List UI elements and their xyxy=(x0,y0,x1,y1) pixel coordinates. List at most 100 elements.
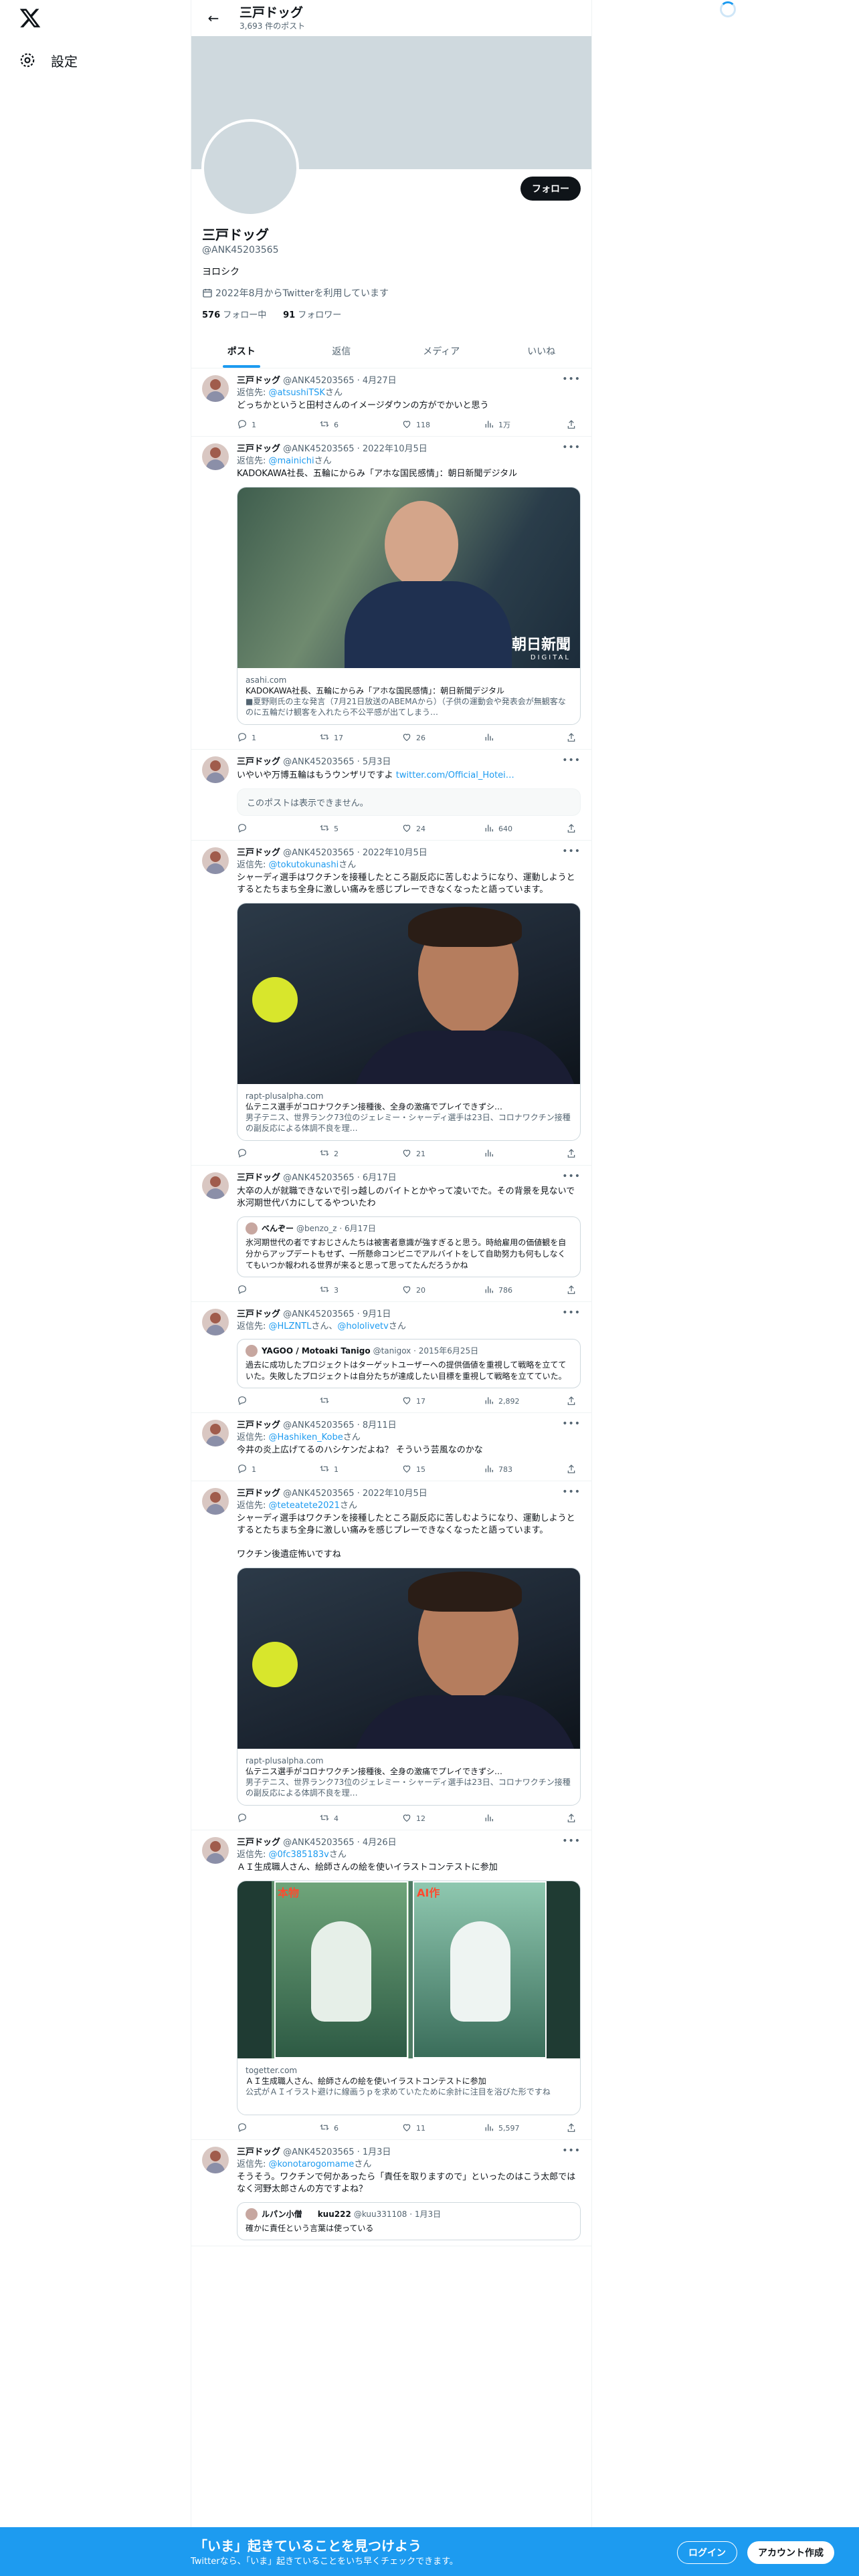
views-button[interactable]: 786 xyxy=(484,1284,554,1296)
reply-to-link[interactable]: @Hashiken_Kobe xyxy=(269,1432,343,1442)
more-icon[interactable]: ••• xyxy=(562,1307,581,1318)
more-icon[interactable]: ••• xyxy=(562,1418,581,1429)
tweet[interactable]: 三戸ドッグ @ANK45203565 · 4月27日 返信先: @atsushi… xyxy=(191,368,591,437)
following-link[interactable]: 576 フォロー中 xyxy=(202,310,266,320)
like-button[interactable]: 20 xyxy=(401,1284,472,1296)
reply-button[interactable] xyxy=(237,1812,307,1824)
like-button[interactable]: 11 xyxy=(401,2122,472,2134)
avatar[interactable] xyxy=(202,1172,229,1199)
tweet[interactable]: 三戸ドッグ @ANK45203565 · 2022年10月5日 返信先: @ma… xyxy=(191,437,591,750)
repost-button[interactable]: 6 xyxy=(319,2122,389,2134)
tweet-author[interactable]: 三戸ドッグ xyxy=(237,1838,280,1848)
repost-button[interactable]: 2 xyxy=(319,1148,389,1160)
tweet-link[interactable]: twitter.com/Official_Hotei… xyxy=(396,770,514,780)
tweet[interactable]: 三戸ドッグ @ANK45203565 · 5月3日 いやいや万博五輪はもうウンザ… xyxy=(191,750,591,841)
reply-button[interactable]: 1 xyxy=(237,1463,307,1475)
tweet[interactable]: 三戸ドッグ @ANK45203565 · 1月3日 返信先: @konotaro… xyxy=(191,2140,591,2246)
like-button[interactable]: 15 xyxy=(401,1463,472,1475)
followers-link[interactable]: 91 フォロワー xyxy=(283,310,341,320)
share-icon[interactable] xyxy=(566,732,581,744)
more-icon[interactable]: ••• xyxy=(562,755,581,766)
views-button[interactable]: 5,597 xyxy=(484,2122,554,2134)
views-button[interactable] xyxy=(484,1148,554,1160)
views-button[interactable]: 1万 xyxy=(484,419,554,431)
share-icon[interactable] xyxy=(566,2122,581,2134)
views-button[interactable] xyxy=(484,1812,554,1824)
tweet-author[interactable]: 三戸ドッグ xyxy=(237,1309,280,1319)
reply-to-link[interactable]: @tokutokunashi xyxy=(269,860,339,870)
profile-avatar[interactable] xyxy=(201,119,299,217)
avatar[interactable] xyxy=(202,1837,229,1864)
views-button[interactable]: 2,892 xyxy=(484,1395,554,1407)
x-logo-icon[interactable] xyxy=(19,7,41,29)
reply-to-link[interactable]: @0fc385183v xyxy=(269,1850,329,1860)
avatar[interactable] xyxy=(202,375,229,402)
tab-likes[interactable]: いいね xyxy=(492,334,592,368)
share-icon[interactable] xyxy=(566,1395,581,1407)
tweet[interactable]: 三戸ドッグ @ANK45203565 · 4月26日 返信先: @0fc3851… xyxy=(191,1830,591,2140)
reply-button[interactable] xyxy=(237,1148,307,1160)
more-icon[interactable]: ••• xyxy=(562,374,581,385)
reply-to-link[interactable]: @mainichi xyxy=(269,456,314,466)
reply-button[interactable] xyxy=(237,823,307,835)
repost-button[interactable] xyxy=(319,1395,389,1407)
link-card[interactable]: 本物 AI作 togetter.com ＡＩ生成職人さん、絵師さんの絵を使いイラ… xyxy=(237,1881,581,2115)
views-button[interactable]: 783 xyxy=(484,1463,554,1475)
more-icon[interactable]: ••• xyxy=(562,442,581,453)
link-card[interactable]: 朝日新聞 DIGITAL asahi.com KADOKAWA社長、五輪にからみ… xyxy=(237,487,581,725)
share-icon[interactable] xyxy=(566,823,581,835)
tweet-author[interactable]: 三戸ドッグ xyxy=(237,444,280,454)
tweet-author[interactable]: 三戸ドッグ xyxy=(237,848,280,858)
share-icon[interactable] xyxy=(566,1284,581,1296)
nav-settings[interactable]: 設定 xyxy=(19,47,78,74)
like-button[interactable]: 118 xyxy=(401,419,472,431)
signup-button[interactable]: アカウント作成 xyxy=(747,2541,834,2564)
avatar[interactable] xyxy=(202,1309,229,1335)
tweet[interactable]: 三戸ドッグ @ANK45203565 · 2022年10月5日 返信先: @to… xyxy=(191,841,591,1166)
more-icon[interactable]: ••• xyxy=(562,1836,581,1846)
reply-button[interactable] xyxy=(237,1395,307,1407)
tweet[interactable]: 三戸ドッグ @ANK45203565 · 6月17日 大卒の人が就職できないで引… xyxy=(191,1166,591,1302)
repost-button[interactable]: 1 xyxy=(319,1463,389,1475)
avatar[interactable] xyxy=(202,2147,229,2173)
avatar[interactable] xyxy=(202,1420,229,1446)
share-icon[interactable] xyxy=(566,1812,581,1824)
avatar[interactable] xyxy=(202,847,229,874)
like-button[interactable]: 17 xyxy=(401,1395,472,1407)
repost-button[interactable]: 3 xyxy=(319,1284,389,1296)
reply-to-link[interactable]: @teteatete2021 xyxy=(269,1501,340,1511)
follow-button[interactable]: フォロー xyxy=(520,177,581,201)
like-button[interactable]: 21 xyxy=(401,1148,472,1160)
more-icon[interactable]: ••• xyxy=(562,1487,581,1497)
quote-tweet[interactable]: YAGOO / Motoaki Tanigo @tanigox · 2015年6月… xyxy=(237,1339,581,1388)
share-icon[interactable] xyxy=(566,1463,581,1475)
link-card[interactable]: rapt-plusalpha.com 仏テニス選手がコロナワクチン接種後、全身の… xyxy=(237,1568,581,1806)
link-card[interactable]: rapt-plusalpha.com 仏テニス選手がコロナワクチン接種後、全身の… xyxy=(237,903,581,1141)
like-button[interactable]: 12 xyxy=(401,1812,472,1824)
tweet-author[interactable]: 三戸ドッグ xyxy=(237,1489,280,1499)
reply-to-link[interactable]: @HLZNTL xyxy=(269,1321,312,1331)
reply-to-link[interactable]: @konotarogomame xyxy=(269,2159,355,2169)
tweet[interactable]: 三戸ドッグ @ANK45203565 · 8月11日 返信先: @Hashike… xyxy=(191,1413,591,1481)
back-arrow-icon[interactable]: ← xyxy=(202,7,225,29)
reply-button[interactable] xyxy=(237,1284,307,1296)
avatar[interactable] xyxy=(202,443,229,470)
like-button[interactable]: 24 xyxy=(401,823,472,835)
reply-to-link-2[interactable]: @hololivetv xyxy=(337,1321,388,1331)
reply-button[interactable] xyxy=(237,2122,307,2134)
tweet[interactable]: 三戸ドッグ @ANK45203565 · 2022年10月5日 返信先: @te… xyxy=(191,1481,591,1830)
repost-button[interactable]: 5 xyxy=(319,823,389,835)
views-button[interactable] xyxy=(484,732,554,744)
login-button[interactable]: ログイン xyxy=(677,2541,737,2564)
reply-to-link[interactable]: @atsushiTSK xyxy=(269,388,325,398)
share-icon[interactable] xyxy=(566,419,581,431)
quote-tweet[interactable]: べんぞー @benzo_z · 6月17日 氷河期世代の者ですおじさんたちは被害者… xyxy=(237,1216,581,1277)
avatar[interactable] xyxy=(202,756,229,783)
avatar[interactable] xyxy=(202,1488,229,1515)
tab-media[interactable]: メディア xyxy=(391,334,492,368)
more-icon[interactable]: ••• xyxy=(562,846,581,857)
tab-posts[interactable]: ポスト xyxy=(191,334,292,368)
tweet-author[interactable]: 三戸ドッグ xyxy=(237,1420,280,1430)
like-button[interactable]: 26 xyxy=(401,732,472,744)
more-icon[interactable]: ••• xyxy=(562,2145,581,2156)
